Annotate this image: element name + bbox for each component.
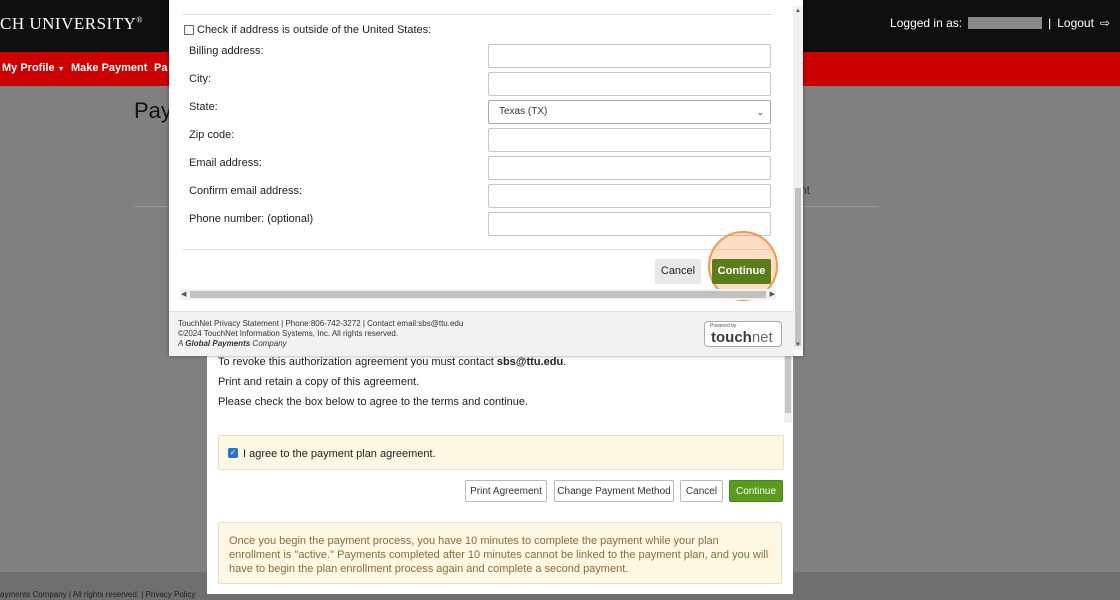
- footer-line3: A Global Payments Company: [178, 339, 287, 348]
- login-status: Logged in as: | Logout ⇨: [890, 16, 1110, 30]
- logout-icon[interactable]: ⇨: [1100, 16, 1110, 30]
- modal-cancel-button[interactable]: Cancel: [655, 259, 701, 284]
- revoke-text: To revoke this authorization agreement y…: [218, 356, 566, 368]
- modal-continue-button[interactable]: Continue: [712, 259, 771, 284]
- touchnet-logo: Powered by touchnet: [704, 321, 782, 347]
- agreement-panel: To revoke this authorization agreement y…: [207, 345, 793, 594]
- agree-label[interactable]: I agree to the payment plan agreement.: [243, 448, 436, 460]
- scroll-left-icon[interactable]: ◀: [181, 290, 186, 298]
- continue-button[interactable]: Continue: [729, 480, 783, 502]
- vertical-scroll-thumb[interactable]: [795, 188, 801, 346]
- time-limit-notice: Once you begin the payment process, you …: [218, 522, 782, 584]
- footer-line3-suffix: Company: [250, 339, 287, 348]
- outside-us-checkbox[interactable]: [184, 25, 194, 35]
- chevron-down-icon: ⌄: [756, 107, 764, 117]
- revoke-prefix: To revoke this authorization agreement y…: [218, 356, 497, 368]
- email-label: Email address:: [189, 157, 262, 169]
- footer-line3-bold: Global Payments: [185, 339, 251, 348]
- scroll-right-icon[interactable]: ▶: [770, 290, 775, 298]
- touchnet-brand: touchnet: [711, 329, 773, 346]
- redacted-username: [968, 17, 1043, 29]
- logout-link[interactable]: Logout: [1057, 16, 1094, 30]
- city-label: City:: [189, 73, 211, 85]
- page-footer-text: ayments Company | All rights reserved. |…: [0, 590, 196, 599]
- modal-divider: [183, 249, 773, 250]
- scroll-down-icon[interactable]: ▼: [795, 342, 801, 348]
- print-agreement-button[interactable]: Print Agreement: [465, 480, 547, 502]
- modal-vertical-scrollbar[interactable]: ▲ ▼: [793, 6, 803, 350]
- state-label: State:: [189, 101, 218, 113]
- nav-partial[interactable]: Pa: [154, 62, 167, 74]
- university-text: CH UNIVERSITY: [0, 14, 137, 33]
- change-payment-method-button[interactable]: Change Payment Method: [554, 480, 674, 502]
- revoke-email: sbs@ttu.edu: [496, 356, 564, 368]
- agree-box: ✓ I agree to the payment plan agreement.: [218, 435, 784, 470]
- cancel-button[interactable]: Cancel: [680, 480, 723, 502]
- modal-top-rule: [183, 14, 773, 15]
- agree-checkbox[interactable]: ✓: [228, 448, 238, 458]
- separator: |: [1048, 16, 1052, 30]
- brand-net: net: [751, 329, 773, 346]
- confirm-email-input[interactable]: [488, 184, 771, 208]
- print-text: Print and retain a copy of this agreemen…: [218, 376, 420, 388]
- scroll-up-icon[interactable]: ▲: [795, 8, 801, 14]
- agreement-scrollbar[interactable]: [784, 345, 792, 423]
- revoke-suffix: .: [563, 356, 567, 368]
- check-text: Please check the box below to agree to t…: [218, 396, 529, 408]
- page-title: Pay: [134, 98, 172, 123]
- state-select[interactable]: Texas (TX) ⌄: [488, 100, 771, 124]
- nav-my-profile[interactable]: My Profile ▼: [2, 62, 65, 74]
- logged-in-label: Logged in as:: [890, 16, 963, 30]
- state-value: Texas (TX): [499, 106, 548, 117]
- outside-us-option[interactable]: Check if address is outside of the Unite…: [184, 24, 431, 36]
- city-input[interactable]: [488, 72, 771, 96]
- billing-address-input[interactable]: [488, 44, 771, 68]
- modal-footer: TouchNet Privacy Statement | Phone:806-7…: [169, 311, 793, 356]
- phone-label: Phone number: (optional): [189, 213, 314, 225]
- zip-input[interactable]: [488, 128, 771, 152]
- brand-touch: touch: [711, 329, 752, 346]
- email-input[interactable]: [488, 156, 771, 180]
- confirm-email-label: Confirm email address:: [189, 185, 303, 197]
- outside-us-label[interactable]: Check if address is outside of the Unite…: [197, 24, 431, 36]
- footer-line2: ©2024 TouchNet Information Systems, Inc.…: [178, 329, 399, 338]
- billing-address-label: Billing address:: [189, 45, 264, 57]
- nav-label: My Profile: [2, 62, 55, 74]
- zip-label: Zip code:: [189, 129, 235, 141]
- billing-modal: Check if address is outside of the Unite…: [169, 0, 803, 356]
- horizontal-scrollbar[interactable]: ◀ ▶: [180, 289, 776, 300]
- horizontal-scroll-thumb[interactable]: [190, 291, 766, 298]
- nav-make-payment[interactable]: Make Payment: [71, 62, 147, 74]
- phone-input[interactable]: [488, 212, 771, 236]
- footer-line1: TouchNet Privacy Statement | Phone:806-7…: [178, 319, 464, 328]
- caret-down-icon: ▼: [57, 66, 65, 73]
- university-name: CH UNIVERSITY®: [0, 14, 143, 33]
